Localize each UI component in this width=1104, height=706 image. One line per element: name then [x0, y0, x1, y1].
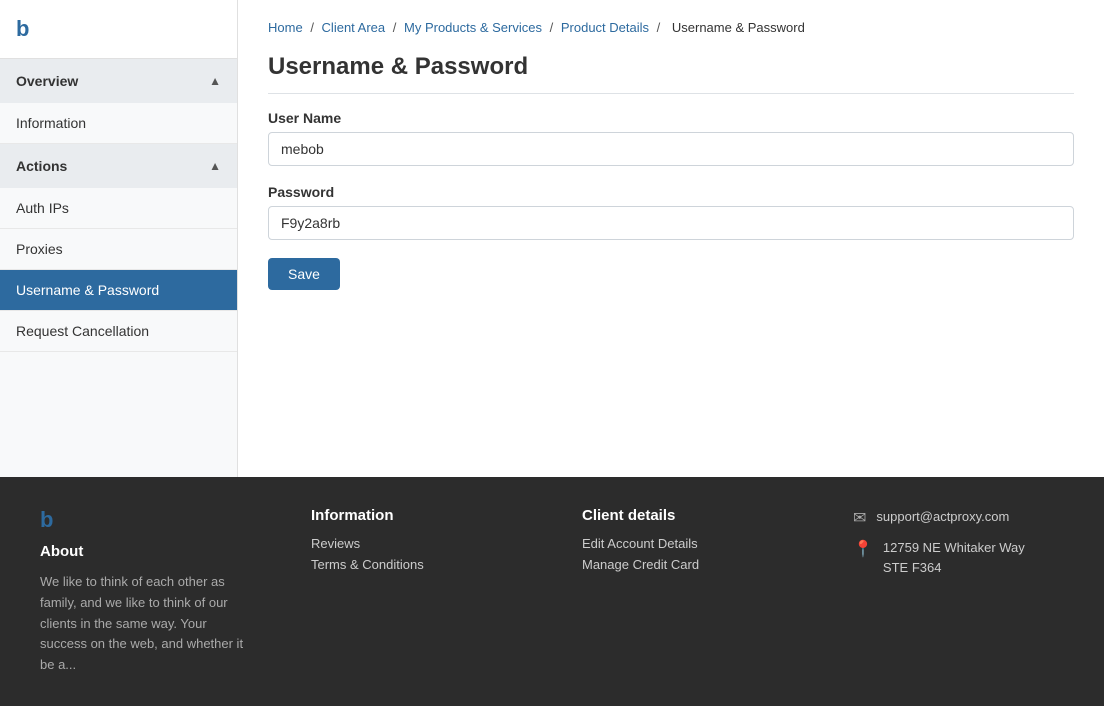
chevron-up-icon: ▲ [209, 74, 221, 88]
password-input[interactable] [268, 206, 1074, 240]
location-icon: 📍 [853, 539, 873, 559]
footer-information-heading: Information [311, 507, 522, 524]
sidebar-item-information-label: Information [16, 115, 86, 131]
footer-link-edit-account[interactable]: Edit Account Details [582, 536, 793, 551]
footer-address-line2: STE F364 [883, 560, 942, 575]
breadcrumb-home[interactable]: Home [268, 20, 303, 35]
footer-link-terms[interactable]: Terms & Conditions [311, 557, 522, 572]
breadcrumb-sep-3: / [550, 20, 557, 35]
sidebar-item-username-password-label: Username & Password [16, 282, 159, 298]
sidebar-section-overview-label: Overview [16, 73, 78, 89]
sidebar-item-auth-ips[interactable]: Auth IPs [0, 188, 237, 229]
password-field-group: Password [268, 184, 1074, 240]
username-input[interactable] [268, 132, 1074, 166]
sidebar: b Overview ▲ Information Actions ▲ Auth … [0, 0, 238, 477]
sidebar-item-username-password[interactable]: Username & Password [0, 270, 237, 311]
sidebar-section-overview[interactable]: Overview ▲ [0, 59, 237, 103]
footer-about-col: b About We like to think of each other a… [40, 507, 251, 676]
footer-client-details-col: Client details Edit Account Details Mana… [582, 507, 793, 676]
breadcrumb-sep-4: / [657, 20, 664, 35]
sidebar-item-request-cancellation[interactable]: Request Cancellation [0, 311, 237, 352]
content-area: Home / Client Area / My Products & Servi… [238, 0, 1104, 477]
chevron-up-icon-actions: ▲ [209, 159, 221, 173]
breadcrumb-client-area[interactable]: Client Area [322, 20, 386, 35]
breadcrumb-sep-1: / [310, 20, 317, 35]
footer: b About We like to think of each other a… [0, 477, 1104, 706]
sidebar-logo: b [0, 0, 237, 59]
footer-address: 12759 NE Whitaker Way STE F364 [883, 538, 1025, 577]
username-field-group: User Name [268, 110, 1074, 166]
sidebar-section-actions-label: Actions [16, 158, 67, 174]
username-password-form: User Name Password Save [268, 110, 1074, 290]
footer-address-line1: 12759 NE Whitaker Way [883, 540, 1025, 555]
username-label: User Name [268, 110, 1074, 126]
breadcrumb-sep-2: / [393, 20, 400, 35]
footer-email-item: ✉ support@actproxy.com [853, 507, 1064, 528]
footer-address-item: 📍 12759 NE Whitaker Way STE F364 [853, 538, 1064, 577]
breadcrumb: Home / Client Area / My Products & Servi… [268, 20, 1074, 35]
sidebar-section-actions[interactable]: Actions ▲ [0, 144, 237, 188]
footer-contact-col: ✉ support@actproxy.com 📍 12759 NE Whitak… [853, 507, 1064, 676]
breadcrumb-product-details[interactable]: Product Details [561, 20, 649, 35]
footer-logo: b [40, 507, 251, 533]
footer-about-heading: About [40, 543, 251, 560]
footer-inner: b About We like to think of each other a… [40, 507, 1064, 676]
page-wrapper: b Overview ▲ Information Actions ▲ Auth … [0, 0, 1104, 706]
email-icon: ✉ [853, 508, 866, 528]
footer-client-details-heading: Client details [582, 507, 793, 524]
sidebar-item-proxies[interactable]: Proxies [0, 229, 237, 270]
footer-about-text: We like to think of each other as family… [40, 572, 251, 676]
save-button[interactable]: Save [268, 258, 340, 290]
password-label: Password [268, 184, 1074, 200]
main-content: b Overview ▲ Information Actions ▲ Auth … [0, 0, 1104, 477]
footer-link-reviews[interactable]: Reviews [311, 536, 522, 551]
breadcrumb-my-products[interactable]: My Products & Services [404, 20, 542, 35]
sidebar-item-request-cancellation-label: Request Cancellation [16, 323, 149, 339]
breadcrumb-current: Username & Password [672, 20, 805, 35]
sidebar-item-proxies-label: Proxies [16, 241, 63, 257]
sidebar-item-information[interactable]: Information [0, 103, 237, 144]
footer-information-col: Information Reviews Terms & Conditions [311, 507, 522, 676]
sidebar-item-auth-ips-label: Auth IPs [16, 200, 69, 216]
footer-email: support@actproxy.com [876, 507, 1009, 527]
page-title: Username & Password [268, 53, 1074, 94]
footer-link-manage-credit[interactable]: Manage Credit Card [582, 557, 793, 572]
